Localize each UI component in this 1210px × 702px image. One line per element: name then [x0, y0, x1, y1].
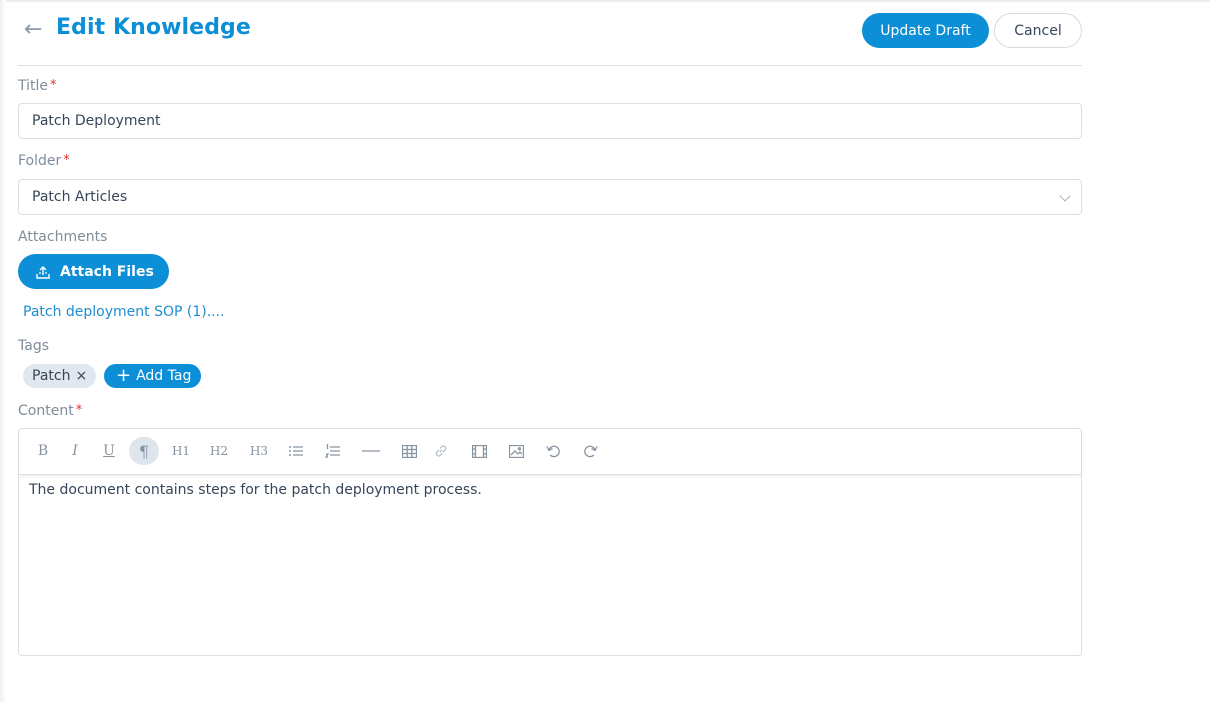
editor-content[interactable]: The document contains steps for the patc… [29, 482, 482, 498]
h1-icon[interactable]: H1 [169, 437, 193, 465]
add-tag-label: Add Tag [136, 368, 192, 384]
page-header: ← Edit Knowledge Update Draft Cancel [18, 12, 1082, 66]
title-label-text: Title [18, 78, 49, 94]
paragraph-icon[interactable]: ¶ [129, 437, 159, 465]
bullet-list-icon[interactable] [287, 437, 305, 465]
remove-tag-icon[interactable]: × [75, 368, 87, 384]
redo-icon[interactable] [582, 437, 598, 465]
add-tag-button[interactable]: + Add Tag [104, 364, 201, 388]
h2-icon[interactable]: H2 [207, 437, 231, 465]
folder-label: Folder * [18, 153, 70, 169]
plus-icon: + [116, 365, 132, 386]
chevron-down-icon [1059, 190, 1071, 202]
table-icon[interactable] [401, 437, 417, 465]
back-arrow-icon[interactable]: ← [24, 18, 42, 42]
tag-chip: Patch × [23, 364, 97, 388]
required-marker: * [63, 153, 70, 168]
update-draft-button[interactable]: Update Draft [862, 13, 989, 48]
undo-icon[interactable] [545, 437, 561, 465]
h3-icon[interactable]: H3 [247, 437, 271, 465]
italic-icon[interactable]: I [65, 437, 85, 465]
attachment-link[interactable]: Patch deployment SOP (1).... [23, 304, 225, 320]
top-shadow [0, 0, 1210, 3]
title-input[interactable]: Patch Deployment [18, 103, 1082, 139]
video-icon[interactable] [471, 437, 487, 465]
title-label: Title * [18, 78, 57, 94]
horizontal-rule-icon[interactable] [361, 437, 381, 465]
upload-icon [36, 265, 50, 279]
bold-icon[interactable]: B [33, 437, 53, 465]
content-label-text: Content [18, 403, 74, 419]
cancel-button[interactable]: Cancel [994, 13, 1082, 48]
rich-text-editor[interactable]: B I U ¶ H1 H2 H3 The document contains s… [18, 428, 1082, 656]
attach-files-label: Attach Files [60, 263, 154, 280]
editor-toolbar: B I U ¶ H1 H2 H3 [19, 429, 1081, 475]
title-value: Patch Deployment [32, 113, 161, 129]
tag-chip-label: Patch [32, 368, 71, 384]
required-marker: * [75, 403, 83, 418]
required-marker: * [50, 78, 57, 93]
tags-label: Tags [18, 338, 49, 354]
content-label: Content * [18, 403, 82, 419]
folder-value: Patch Articles [32, 189, 128, 205]
page-title: Edit Knowledge [56, 15, 251, 40]
image-icon[interactable] [508, 437, 524, 465]
attach-files-button[interactable]: Attach Files [18, 254, 169, 289]
left-shadow [0, 0, 6, 702]
underline-icon[interactable]: U [99, 437, 119, 465]
link-icon[interactable] [433, 437, 449, 465]
folder-label-text: Folder [18, 153, 62, 169]
folder-select[interactable]: Patch Articles [18, 179, 1082, 215]
ordered-list-icon[interactable] [324, 437, 342, 465]
attachments-label: Attachments [18, 229, 108, 245]
